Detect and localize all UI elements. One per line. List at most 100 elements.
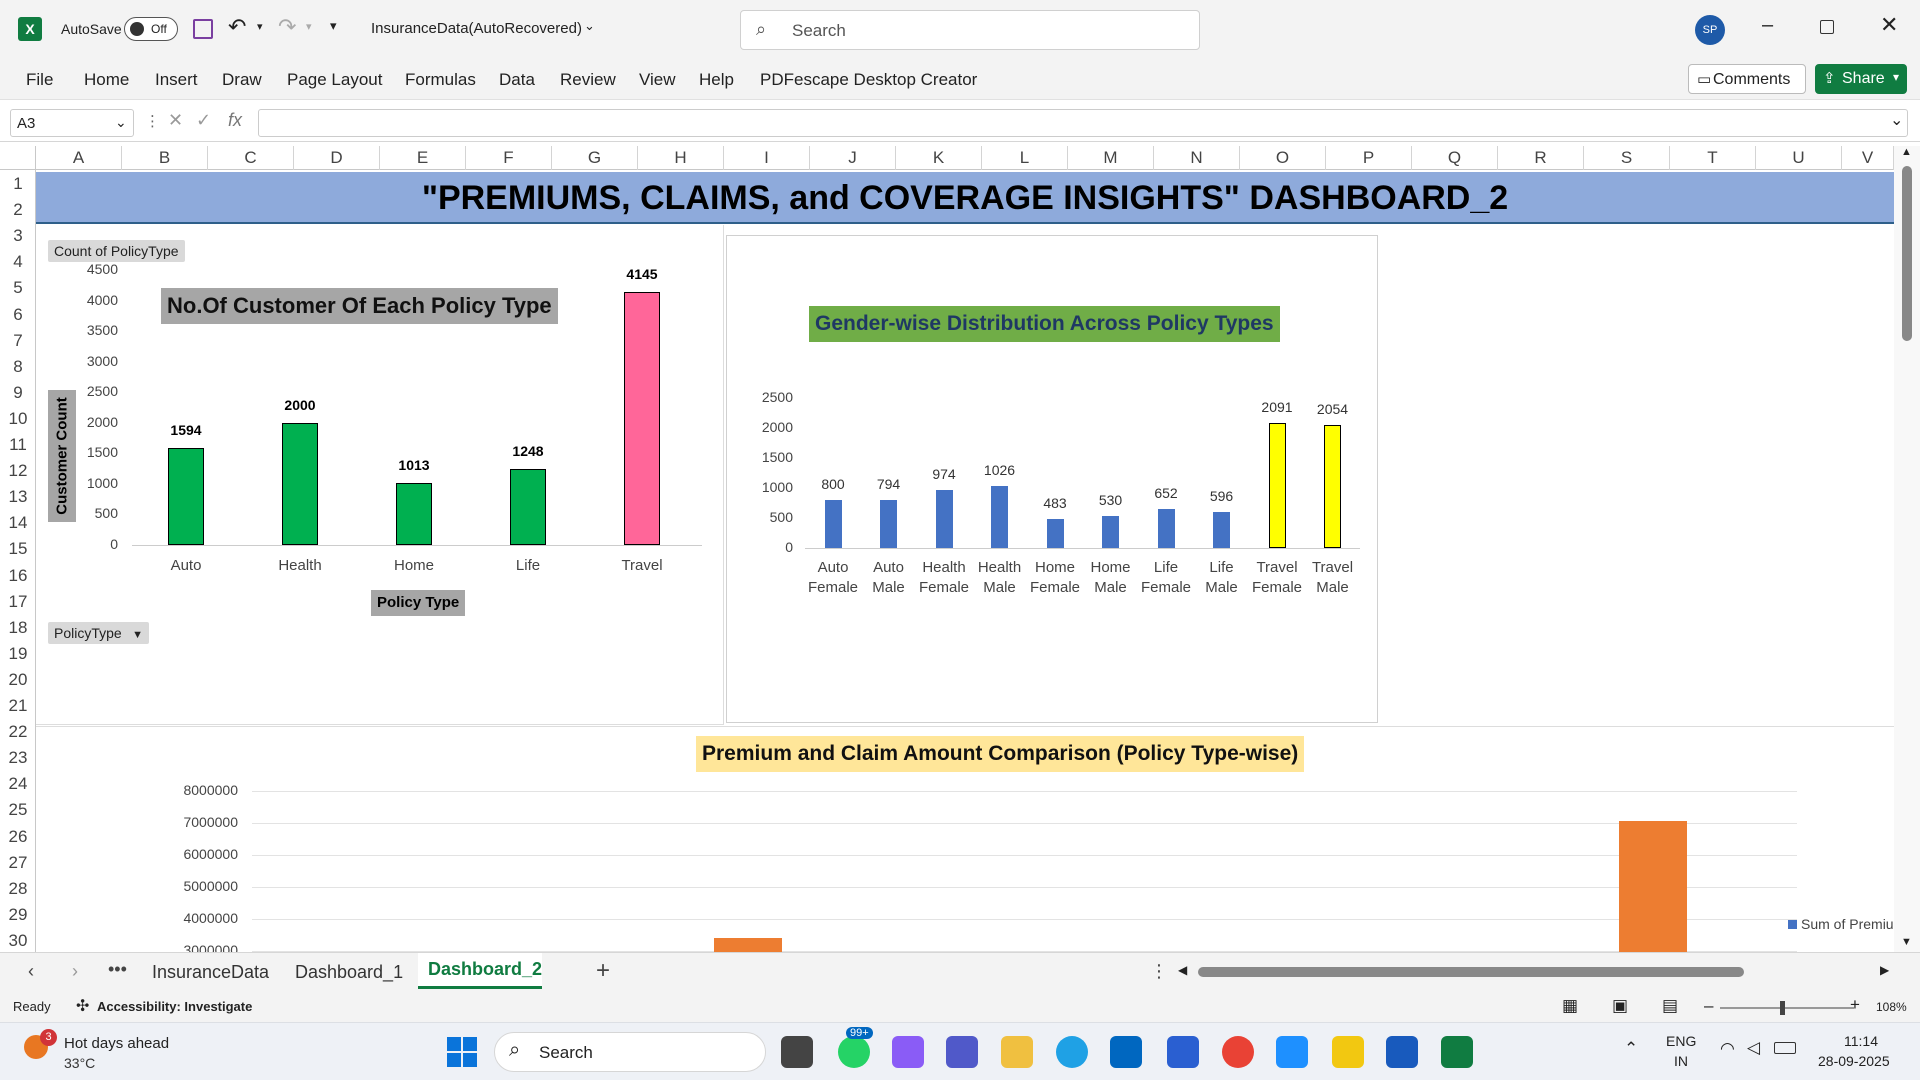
excel-taskbar-icon[interactable] (1441, 1036, 1473, 1068)
row-header[interactable]: 14 (0, 513, 36, 533)
redo-icon[interactable]: ↷ (278, 14, 296, 40)
menu-review[interactable]: Review (560, 70, 616, 90)
wifi-icon[interactable]: ◠ (1720, 1039, 1735, 1059)
menu-file[interactable]: File (26, 70, 53, 90)
column-header[interactable]: M (1068, 146, 1154, 170)
file-explorer-icon[interactable] (1001, 1036, 1033, 1068)
row-header[interactable]: 8 (0, 357, 36, 377)
menu-formulas[interactable]: Formulas (405, 70, 476, 90)
row-header[interactable]: 30 (0, 931, 36, 951)
menu-data[interactable]: Data (499, 70, 535, 90)
hscroll-left-icon[interactable]: ◀ (1178, 963, 1187, 977)
menu-draw[interactable]: Draw (222, 70, 262, 90)
hscroll-right-icon[interactable]: ▶ (1880, 963, 1889, 977)
chart-policy-count[interactable]: Count of PolicyType No.Of Customer Of Ea… (36, 225, 724, 725)
menu-view[interactable]: View (639, 70, 676, 90)
chrome-icon[interactable] (1222, 1036, 1254, 1068)
clock-time[interactable]: 11:14 (1844, 1033, 1878, 1049)
column-header[interactable]: V (1842, 146, 1894, 170)
more-sheets-icon[interactable]: ••• (108, 959, 127, 980)
lang-2[interactable]: IN (1674, 1053, 1688, 1069)
column-header[interactable]: I (724, 146, 810, 170)
zoom-slider-thumb[interactable] (1780, 1001, 1785, 1015)
battery-icon[interactable] (1774, 1042, 1796, 1054)
page-break-view-icon[interactable]: ▤ (1662, 996, 1678, 1016)
row-header[interactable]: 17 (0, 592, 36, 612)
column-header[interactable]: H (638, 146, 724, 170)
row-header[interactable]: 25 (0, 800, 36, 820)
row-header[interactable]: 2 (0, 200, 36, 220)
options-icon[interactable]: ⋮ (1150, 961, 1168, 982)
chart-gender-distribution[interactable]: Gender-wise Distribution Across Policy T… (726, 235, 1378, 723)
column-header[interactable]: R (1498, 146, 1584, 170)
minimize-icon[interactable]: – (1762, 14, 1773, 37)
task-view-icon[interactable] (781, 1036, 813, 1068)
next-sheet-icon[interactable]: › (72, 961, 78, 982)
scroll-thumb[interactable] (1902, 166, 1912, 341)
undo-icon[interactable]: ↶ (228, 14, 246, 40)
row-header[interactable]: 21 (0, 696, 36, 716)
row-header[interactable]: 10 (0, 409, 36, 429)
cancel-icon[interactable]: ✕ (168, 110, 183, 131)
horizontal-scroll-thumb[interactable] (1198, 967, 1744, 977)
row-header[interactable]: 23 (0, 748, 36, 768)
zoom-out-icon[interactable]: – (1704, 996, 1713, 1016)
close-icon[interactable]: ✕ (1880, 12, 1898, 38)
column-header[interactable]: Q (1412, 146, 1498, 170)
share-button[interactable]: ⇪ Share ▾ (1815, 64, 1907, 94)
row-header[interactable]: 6 (0, 305, 36, 325)
row-header[interactable]: 22 (0, 722, 36, 742)
column-header[interactable]: A (36, 146, 122, 170)
copilot-icon[interactable] (892, 1036, 924, 1068)
column-header[interactable]: U (1756, 146, 1842, 170)
column-header[interactable]: F (466, 146, 552, 170)
avatar[interactable]: SP (1695, 15, 1725, 45)
app-active-icon[interactable] (1276, 1036, 1308, 1068)
row-header[interactable]: 9 (0, 383, 36, 403)
row-header[interactable]: 26 (0, 827, 36, 847)
prev-sheet-icon[interactable]: ‹ (28, 961, 34, 982)
teams-icon[interactable] (946, 1036, 978, 1068)
search-box[interactable]: ⌕ Search (740, 10, 1200, 50)
name-box[interactable]: A3 ⌄ (10, 109, 134, 137)
zoom-slider[interactable] (1720, 1001, 1854, 1015)
row-header[interactable]: 12 (0, 461, 36, 481)
word-icon[interactable] (1386, 1036, 1418, 1068)
file-title[interactable]: InsuranceData(AutoRecovered) (371, 20, 582, 37)
row-header[interactable]: 4 (0, 252, 36, 272)
accessibility-status[interactable]: Accessibility: Investigate (97, 999, 252, 1014)
tray-chevron-icon[interactable]: ⌃ (1624, 1039, 1638, 1059)
column-header[interactable]: P (1326, 146, 1412, 170)
comments-button[interactable]: ▭ Comments (1688, 64, 1806, 94)
row-header[interactable]: 16 (0, 566, 36, 586)
column-header[interactable]: G (552, 146, 638, 170)
row-header[interactable]: 24 (0, 774, 36, 794)
row-header[interactable]: 7 (0, 331, 36, 351)
column-header[interactable]: O (1240, 146, 1326, 170)
column-header[interactable]: K (896, 146, 982, 170)
row-header[interactable]: 19 (0, 644, 36, 664)
column-header[interactable]: S (1584, 146, 1670, 170)
column-header[interactable]: T (1670, 146, 1756, 170)
row-header[interactable]: 5 (0, 278, 36, 298)
filter-dropdown-icon[interactable]: ▼ (132, 629, 143, 641)
zoom-level[interactable]: 108% (1876, 1000, 1907, 1014)
row-header[interactable]: 29 (0, 905, 36, 925)
chevron-down-icon[interactable]: ⌄ (584, 18, 595, 34)
lang-1[interactable]: ENG (1666, 1033, 1696, 1049)
sheet-grid[interactable]: "PREMIUMS, CLAIMS, and COVERAGE INSIGHTS… (36, 170, 1894, 952)
restore-icon[interactable] (1820, 20, 1834, 34)
customize-qat-icon[interactable]: ▾ (330, 18, 337, 34)
enter-icon[interactable]: ✓ (196, 110, 211, 131)
store-icon[interactable] (1110, 1036, 1142, 1068)
menu-help[interactable]: Help (699, 70, 734, 90)
add-sheet-icon[interactable]: + (596, 957, 610, 985)
row-header[interactable]: 3 (0, 226, 36, 246)
column-header[interactable]: C (208, 146, 294, 170)
row-header[interactable]: 28 (0, 879, 36, 899)
page-layout-view-icon[interactable]: ▣ (1612, 996, 1628, 1016)
zoom-in-icon[interactable]: + (1850, 995, 1860, 1015)
column-header[interactable]: E (380, 146, 466, 170)
undo-dropdown-icon[interactable]: ▾ (257, 20, 263, 33)
row-header[interactable]: 1 (0, 174, 36, 194)
